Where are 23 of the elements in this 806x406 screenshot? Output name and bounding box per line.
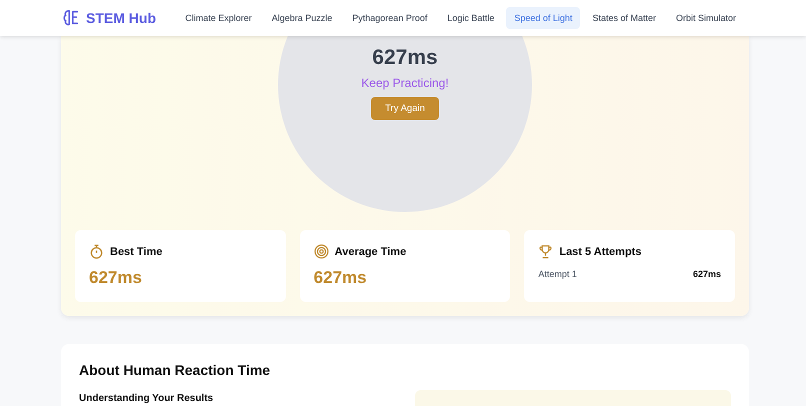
nav-tab[interactable]: Algebra Puzzle	[264, 7, 340, 29]
stat-value: 627ms	[89, 268, 143, 288]
brand-name[interactable]: STEM Hub	[86, 10, 156, 26]
stat-title: Last 5 Attempts	[559, 246, 642, 258]
nav-tab[interactable]: Logic Battle	[439, 7, 502, 29]
attempt-time: 627ms	[692, 269, 722, 279]
nav-tab[interactable]: Orbit Simulator	[668, 7, 744, 29]
reaction-time: 627ms	[372, 46, 438, 70]
stat-title: Best Time	[110, 246, 162, 258]
section-title: About Human Reaction Time	[79, 362, 272, 378]
nav-tab[interactable]: Climate Explorer	[177, 7, 260, 29]
trophy-icon	[538, 244, 554, 259]
nav-tab[interactable]: Pythagorean Proof	[344, 7, 436, 29]
nav-tab[interactable]: States of Matter	[584, 7, 664, 29]
stat-value: 627ms	[314, 268, 368, 288]
stopwatch-icon	[89, 244, 104, 259]
stat-title: Average Time	[334, 246, 406, 258]
reaction-circle[interactable]: 627ms Keep Practicing! Try Again	[278, 36, 532, 212]
nav-tab[interactable]: Speed of Light	[506, 7, 580, 29]
result-message: Keep Practicing!	[361, 76, 449, 90]
target-icon	[314, 244, 329, 259]
subsection-title: Understanding Your Results	[79, 393, 214, 406]
attempt-label: Attempt 1	[538, 269, 577, 279]
